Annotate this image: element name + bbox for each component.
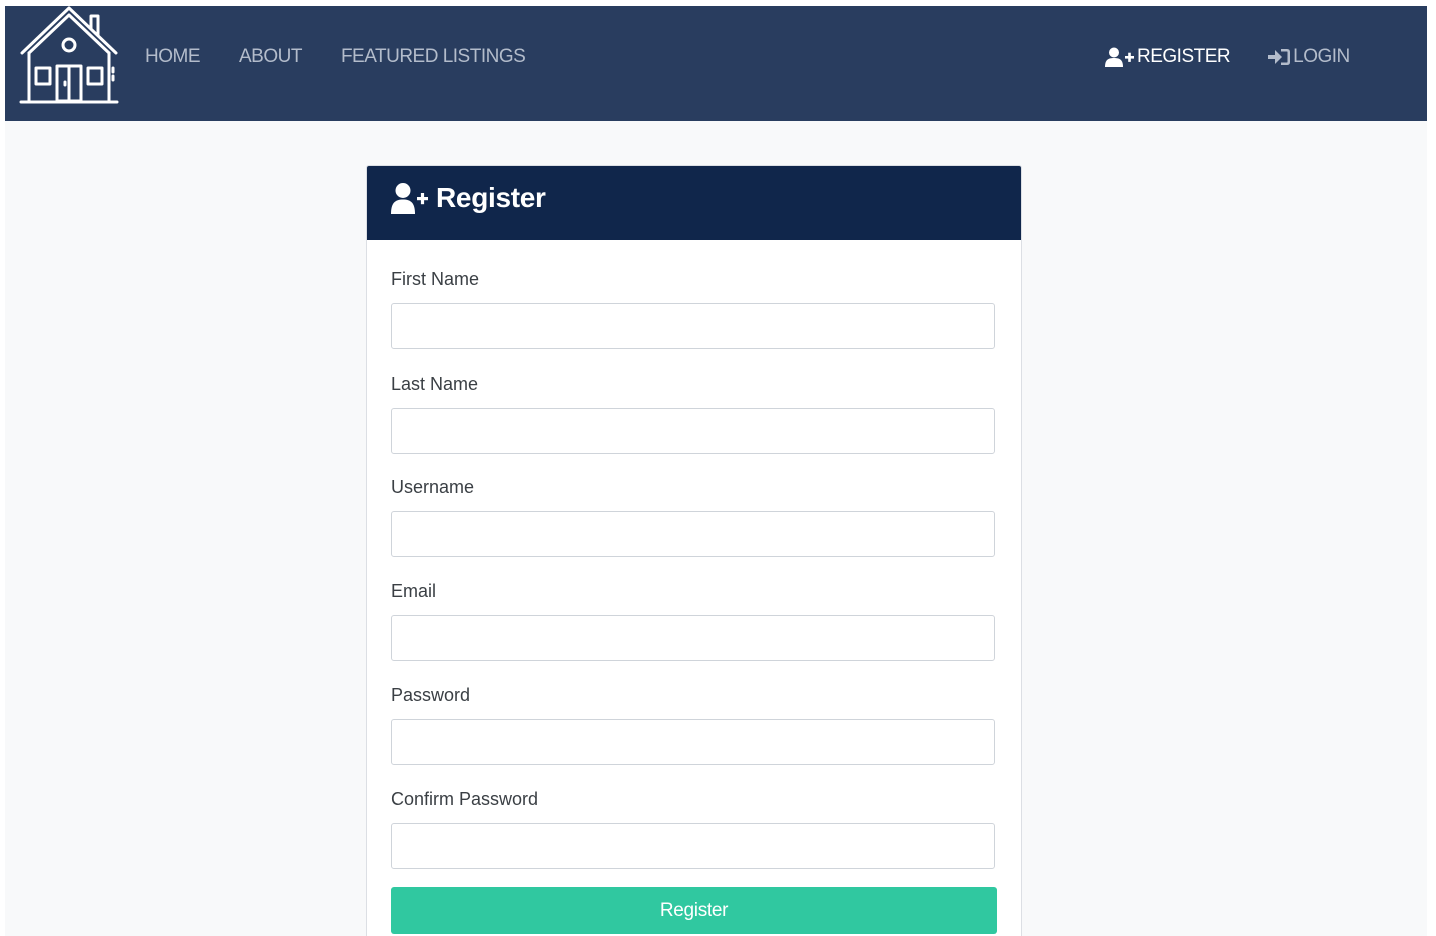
first-name-label: First Name: [391, 269, 480, 289]
nav-link-about[interactable]: ABOUT: [239, 46, 302, 68]
last-name-input[interactable]: [391, 408, 995, 454]
first-name-group: First Name: [391, 266, 997, 349]
register-submit-button[interactable]: Register: [391, 887, 997, 934]
password-label: Password: [391, 685, 471, 705]
password-group: Password: [391, 682, 997, 765]
last-name-group: Last Name: [391, 371, 997, 454]
username-group: Username: [391, 474, 997, 557]
nav-link-featured-listings[interactable]: FEATURED LISTINGS: [341, 46, 526, 68]
user-plus-icon: [1105, 47, 1135, 67]
last-name-label: Last Name: [391, 374, 479, 394]
page: HOME ABOUT FEATURED LISTINGS REGISTER LO…: [5, 6, 1427, 936]
navbar: HOME ABOUT FEATURED LISTINGS REGISTER LO…: [5, 6, 1427, 121]
username-label: Username: [391, 477, 475, 497]
sign-in-icon: [1267, 48, 1291, 66]
confirm-password-group: Confirm Password: [391, 786, 997, 869]
username-input[interactable]: [391, 511, 995, 557]
nav-login-label: LOGIN: [1293, 46, 1350, 67]
email-group: Email: [391, 578, 997, 661]
nav-login-link[interactable]: LOGIN: [1267, 46, 1350, 68]
card-title: Register: [436, 182, 546, 213]
user-plus-icon: [391, 182, 429, 219]
nav-auth-links: REGISTER LOGIN: [1105, 46, 1350, 68]
house-logo-icon[interactable]: [19, 6, 119, 106]
nav-register-link[interactable]: REGISTER: [1105, 46, 1231, 68]
confirm-password-label: Confirm Password: [391, 789, 539, 809]
email-label: Email: [391, 581, 437, 601]
password-input[interactable]: [391, 719, 995, 765]
email-input[interactable]: [391, 615, 995, 661]
confirm-password-input[interactable]: [391, 823, 995, 869]
card-header: Register: [367, 166, 1021, 240]
first-name-input[interactable]: [391, 303, 995, 349]
nav-link-home[interactable]: HOME: [145, 46, 201, 68]
register-card: Register First Name Last Name Username E…: [366, 165, 1022, 936]
nav-links: HOME ABOUT FEATURED LISTINGS: [145, 46, 564, 68]
nav-register-label: REGISTER: [1137, 46, 1231, 67]
